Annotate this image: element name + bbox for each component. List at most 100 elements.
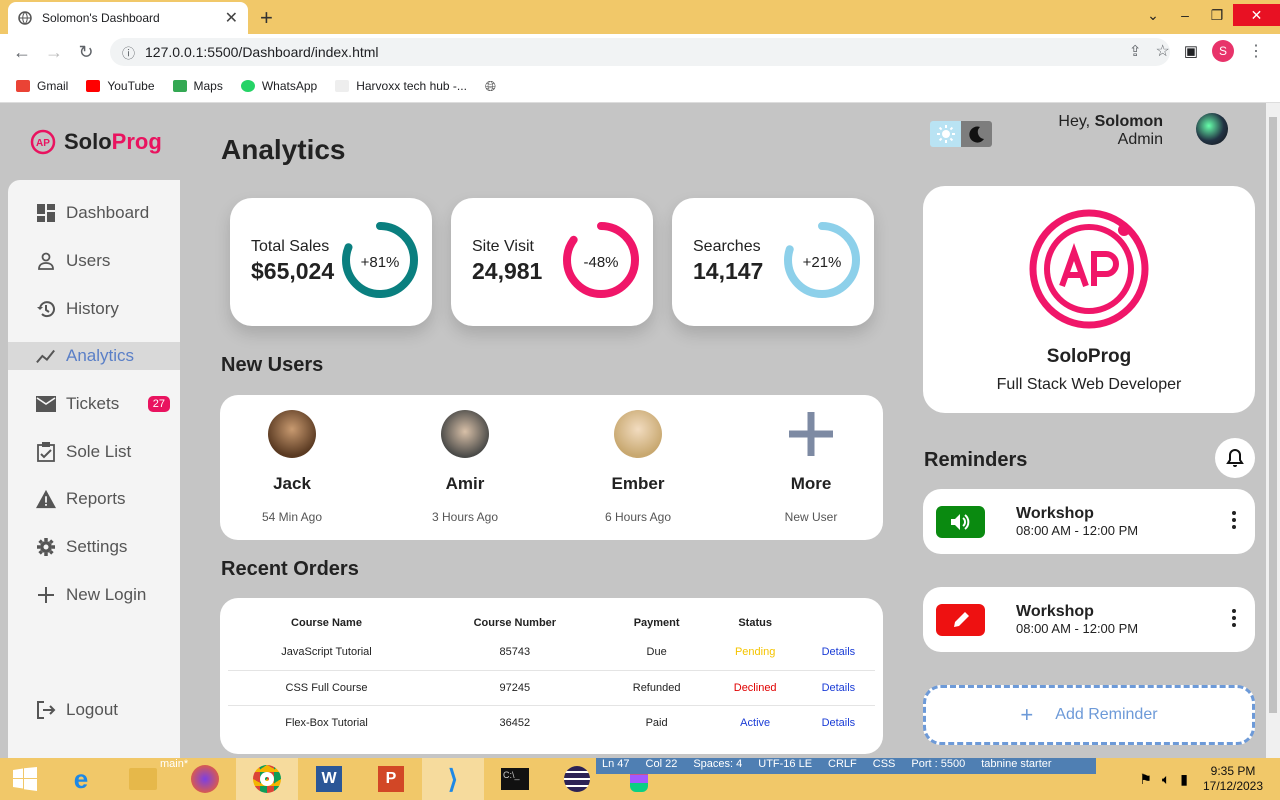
new-tab-button[interactable]: + [260, 5, 273, 31]
address-bar[interactable]: ⓘ 127.0.0.1:5500/Dashboard/index.html [110, 38, 1170, 66]
close-tab-icon[interactable]: ✕ [225, 8, 238, 28]
browser-tab[interactable]: Solomon's Dashboard ✕ [8, 2, 248, 34]
avatar[interactable] [1196, 113, 1228, 145]
stat-card-total-sales[interactable]: Total Sales $65,024 +81% [230, 198, 432, 326]
reminders-heading: Reminders [924, 449, 1028, 471]
status: Pending [708, 635, 802, 671]
menu-icon[interactable]: ⋮ [1248, 41, 1264, 61]
page-scrollbar[interactable] [1266, 103, 1280, 758]
taskbar-word[interactable]: W [298, 758, 360, 800]
profile-card: SoloProg Full Stack Web Developer [923, 186, 1255, 413]
stat-value: 24,981 [472, 258, 543, 284]
sidebar: Dashboard Users History Analytics Ticket… [8, 180, 180, 758]
theme-toggle[interactable] [930, 121, 992, 147]
chrome-icon [253, 765, 281, 793]
column-header: Payment [633, 616, 680, 629]
bookmark-star-icon[interactable]: ☆ [1155, 41, 1169, 61]
details-link[interactable]: Details [801, 635, 875, 671]
soloprog-logo-icon [1029, 209, 1149, 329]
taskbar-chrome[interactable] [236, 758, 298, 800]
bookmark-youtube[interactable]: YouTube [86, 79, 155, 93]
scrollbar-thumb[interactable] [1269, 117, 1277, 713]
stat-card-searches[interactable]: Searches 14,147 +21% [672, 198, 874, 326]
toolbar-actions: ⇪ ☆ ▣ S ⋮ [1129, 40, 1280, 62]
maps-icon [172, 80, 187, 92]
network-icon[interactable]: ▮ [1180, 771, 1188, 788]
user-time: 54 Min Ago [261, 510, 323, 524]
reload-button[interactable]: ↻ [70, 42, 102, 63]
notification-icon[interactable]: ⚑ [1139, 771, 1152, 788]
add-reminder-button[interactable]: + Add Reminder [923, 685, 1255, 745]
user-card-ember[interactable]: Ember 6 Hours Ago [578, 410, 698, 524]
browser-toolbar: ← → ↻ ⓘ 127.0.0.1:5500/Dashboard/index.h… [0, 34, 1280, 70]
start-button[interactable] [0, 758, 50, 800]
brand-part1: Solo [64, 129, 112, 154]
reminder-icon-box [936, 604, 985, 636]
profile-avatar[interactable]: S [1212, 40, 1234, 62]
minimize-button[interactable]: – [1169, 7, 1201, 23]
brand-logo[interactable]: AP SoloProg [30, 129, 162, 155]
volume-tray-icon[interactable]: 🔈︎ [1162, 771, 1170, 788]
bookmark-gmail[interactable]: Gmail [16, 79, 68, 93]
more-options-icon[interactable] [1231, 609, 1237, 630]
forward-button[interactable]: → [38, 42, 70, 63]
sidebar-item-analytics[interactable]: Analytics [8, 342, 180, 370]
more-options-icon[interactable] [1231, 511, 1237, 532]
close-window-button[interactable]: ✕ [1233, 4, 1280, 26]
taskbar-ie[interactable]: e [50, 758, 112, 800]
clipboard-icon [36, 442, 56, 462]
bookmark-whatsapp[interactable]: WhatsApp [240, 79, 317, 93]
globe-icon [18, 11, 32, 25]
user-time: 6 Hours Ago [604, 510, 672, 524]
taskbar-powerpoint[interactable]: P [360, 758, 422, 800]
clock[interactable]: 9:35 PM 17/12/2023 [1198, 764, 1268, 794]
bell-icon[interactable] [1215, 438, 1255, 478]
vscode-status-bar: main* Ln 47 Col 22 Spaces: 4 UTF-16 LE C… [160, 758, 1096, 774]
details-link[interactable]: Details [802, 705, 875, 740]
taskbar-terminal[interactable]: C:\_ [484, 758, 546, 800]
stat-percent: +21% [802, 254, 842, 271]
sun-icon[interactable] [930, 121, 961, 147]
details-link[interactable]: Details [801, 670, 875, 706]
brand-part2: Prog [111, 129, 162, 154]
sidebar-item-users[interactable]: Users [8, 247, 180, 275]
bookmark-globe[interactable]: 🌐︎ [485, 78, 496, 95]
sidebar-item-dashboard[interactable]: Dashboard [8, 199, 180, 227]
back-button[interactable]: ← [6, 42, 38, 63]
sidebar-item-history[interactable]: History [8, 295, 180, 323]
stat-percent: -48% [583, 254, 619, 271]
stat-label: Searches [693, 238, 761, 255]
taskbar-vscode[interactable]: ⟩ [422, 758, 484, 800]
recent-orders-heading: Recent Orders [221, 558, 359, 580]
table-row: JavaScript Tutorial 85743 Due Pending De… [228, 635, 875, 671]
sidebar-item-settings[interactable]: Settings [8, 533, 180, 561]
bookmark-maps[interactable]: Maps [172, 79, 223, 93]
sidebar-item-sole-list[interactable]: Sole List [8, 438, 180, 466]
windows-logo-icon [13, 767, 37, 791]
payment: Refunded [604, 670, 709, 706]
stat-card-site-visit[interactable]: Site Visit 24,981 -48% [451, 198, 653, 326]
user-card-more[interactable]: More New User [751, 410, 871, 524]
reminder-title: Workshop [1016, 505, 1094, 522]
sidebar-item-tickets[interactable]: Tickets 27 [8, 390, 180, 418]
table-row: CSS Full Course 97245 Refunded Declined … [228, 670, 875, 706]
site-info-icon[interactable]: ⓘ [122, 43, 135, 62]
restore-button[interactable]: ❐ [1201, 7, 1233, 24]
sidebar-item-logout[interactable]: Logout [8, 696, 180, 724]
share-icon[interactable]: ⇪ [1129, 42, 1142, 60]
youtube-icon [86, 80, 101, 92]
column-header: Course Number [473, 616, 557, 629]
sidebar-item-new-login[interactable]: New Login [8, 581, 180, 609]
reminder-item[interactable]: Workshop 08:00 AM - 12:00 PM [923, 587, 1255, 652]
sidepanel-icon[interactable]: ▣ [1184, 42, 1198, 60]
user-card-jack[interactable]: Jack 54 Min Ago [232, 410, 352, 524]
sidebar-item-reports[interactable]: Reports [8, 485, 180, 513]
moon-icon[interactable] [961, 121, 992, 147]
bookmark-harvoxx[interactable]: Harvoxx tech hub -... [335, 79, 467, 93]
reminder-item[interactable]: Workshop 08:00 AM - 12:00 PM [923, 489, 1255, 554]
user-card-amir[interactable]: Amir 3 Hours Ago [405, 410, 525, 524]
tab-search-icon[interactable]: ⌄ [1137, 7, 1169, 24]
user-name: Amir [445, 474, 485, 493]
eclipse-icon [564, 766, 590, 792]
insights-icon [36, 346, 56, 366]
